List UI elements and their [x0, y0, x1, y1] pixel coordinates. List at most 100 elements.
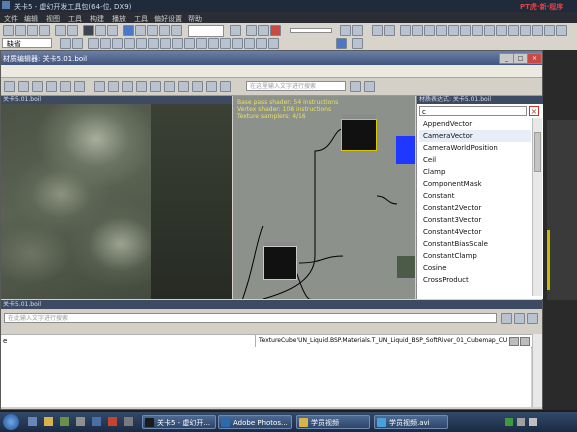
vector-node[interactable]	[396, 136, 415, 164]
properties-scrollbar[interactable]	[532, 334, 542, 407]
play-on-pc-icon[interactable]	[336, 38, 347, 49]
snap-icon-9[interactable]	[496, 25, 507, 36]
scrollbar-thumb[interactable]	[534, 132, 541, 172]
cylinder-icon[interactable]	[32, 81, 43, 92]
scale-icon[interactable]	[159, 25, 170, 36]
paste-icon[interactable]	[107, 25, 118, 36]
expression-filter-input[interactable]: c	[419, 106, 527, 116]
time-slider[interactable]	[290, 28, 332, 33]
clean-icon[interactable]	[178, 81, 189, 92]
kismet-icon[interactable]	[258, 25, 269, 36]
cube-icon[interactable]	[46, 81, 57, 92]
expression-item[interactable]: Clamp	[419, 166, 531, 178]
build-all-icon[interactable]	[196, 38, 207, 49]
sphere-icon[interactable]	[60, 81, 71, 92]
maximize-button[interactable]: □	[513, 53, 528, 64]
open-icon[interactable]	[15, 25, 26, 36]
task-photoshop[interactable]: Adobe Photos...	[218, 415, 292, 429]
snap-icon-2[interactable]	[412, 25, 423, 36]
preview-icon[interactable]	[4, 81, 15, 92]
expression-item[interactable]: ConstantBiasScale	[419, 238, 531, 250]
brush-icon[interactable]	[384, 25, 395, 36]
snap-icon-8[interactable]	[484, 25, 495, 36]
rotate-icon[interactable]	[147, 25, 158, 36]
media-icon[interactable]	[60, 417, 69, 426]
expression-item[interactable]: AppendVector	[419, 118, 531, 130]
scale-nonuniform-icon[interactable]	[171, 25, 182, 36]
mobile-preview-icon[interactable]	[220, 38, 231, 49]
new-icon[interactable]	[3, 25, 14, 36]
hide-connectors-icon[interactable]	[192, 81, 203, 92]
build-geometry-icon[interactable]	[148, 38, 159, 49]
save-icon[interactable]	[27, 25, 38, 36]
toggle-icon-1[interactable]	[340, 25, 351, 36]
task-video[interactable]: 学员视频.avi	[374, 415, 448, 429]
clear-filter-button[interactable]: ×	[529, 106, 539, 116]
globe-icon[interactable]	[372, 25, 383, 36]
realtime-preview-icon[interactable]	[206, 81, 217, 92]
stop-icon[interactable]	[352, 38, 363, 49]
properties-search-input[interactable]: 在此输入文字进行搜索	[4, 313, 497, 323]
expression-item[interactable]: Constant3Vector	[419, 214, 531, 226]
build-lighting-icon[interactable]	[160, 38, 171, 49]
expression-item[interactable]: CrossProduct	[419, 274, 531, 286]
explorer-icon[interactable]	[44, 417, 53, 426]
apply-icon[interactable]	[18, 81, 29, 92]
toggle-stats-icon[interactable]	[164, 81, 175, 92]
coordinate-system-select[interactable]	[188, 25, 224, 37]
home-icon[interactable]	[136, 81, 147, 92]
expression-item[interactable]: Cosine	[419, 262, 531, 274]
cook-icon[interactable]	[256, 38, 267, 49]
lighting-quality-icon[interactable]	[208, 38, 219, 49]
undo-icon[interactable]	[55, 25, 66, 36]
material-graph[interactable]: Base pass shader: 54 instructions Vertex…	[233, 96, 415, 299]
platform-icon[interactable]	[232, 38, 243, 49]
search-next-icon[interactable]	[364, 81, 375, 92]
app-icon-6[interactable]	[108, 417, 117, 426]
content-browser-icon[interactable]	[246, 25, 257, 36]
move-icon[interactable]	[135, 25, 146, 36]
tray-icon[interactable]	[505, 418, 513, 426]
snap-icon-12[interactable]	[532, 25, 543, 36]
cut-icon[interactable]	[83, 25, 94, 36]
toggle-icon-2[interactable]	[352, 25, 363, 36]
snap-icon-13[interactable]	[544, 25, 555, 36]
forward-icon[interactable]	[122, 81, 133, 92]
app-icon-4[interactable]	[76, 417, 85, 426]
snap-icon-10[interactable]	[508, 25, 519, 36]
realtime-icon[interactable]	[94, 81, 105, 92]
build-paths-icon[interactable]	[172, 38, 183, 49]
constant-node[interactable]	[397, 256, 415, 278]
snap-icon-11[interactable]	[520, 25, 531, 36]
gear-icon[interactable]	[220, 81, 231, 92]
collapse-icon[interactable]	[514, 313, 525, 324]
use-selected-icon[interactable]	[509, 337, 519, 346]
ie-icon[interactable]	[28, 417, 37, 426]
app-icon-5[interactable]	[92, 417, 101, 426]
expression-item[interactable]: CameraWorldPosition	[419, 142, 531, 154]
expression-item[interactable]: ConstantClamp	[419, 250, 531, 262]
snap-icon-14[interactable]	[556, 25, 567, 36]
snap-icon-5[interactable]	[448, 25, 459, 36]
snap-icon-7[interactable]	[472, 25, 483, 36]
csg-deintersect-icon[interactable]	[124, 38, 135, 49]
copy-icon[interactable]	[95, 25, 106, 36]
preview-viewport[interactable]: 关卡5.01.boil	[1, 96, 232, 299]
mode-icon[interactable]	[72, 38, 83, 49]
minimize-button[interactable]: _	[499, 53, 514, 64]
expression-item[interactable]: Ceil	[419, 154, 531, 166]
csg-subtract-icon[interactable]	[100, 38, 111, 49]
console-icon[interactable]	[244, 38, 255, 49]
layer-select[interactable]: 缺省	[2, 38, 52, 48]
snap-icon-6[interactable]	[460, 25, 471, 36]
expression-item[interactable]: Constant2Vector	[419, 202, 531, 214]
plane-icon[interactable]	[74, 81, 85, 92]
task-folder[interactable]: 学员视频	[296, 415, 370, 429]
binoculars-icon[interactable]	[230, 25, 241, 36]
search-prev-icon[interactable]	[350, 81, 361, 92]
csg-intersect-icon[interactable]	[112, 38, 123, 49]
task-unreal-editor[interactable]: 关卡5 - 虚幻开...	[142, 415, 216, 429]
play-icon[interactable]	[60, 38, 71, 49]
save-all-icon[interactable]	[39, 25, 50, 36]
expression-item[interactable]: ComponentMask	[419, 178, 531, 190]
